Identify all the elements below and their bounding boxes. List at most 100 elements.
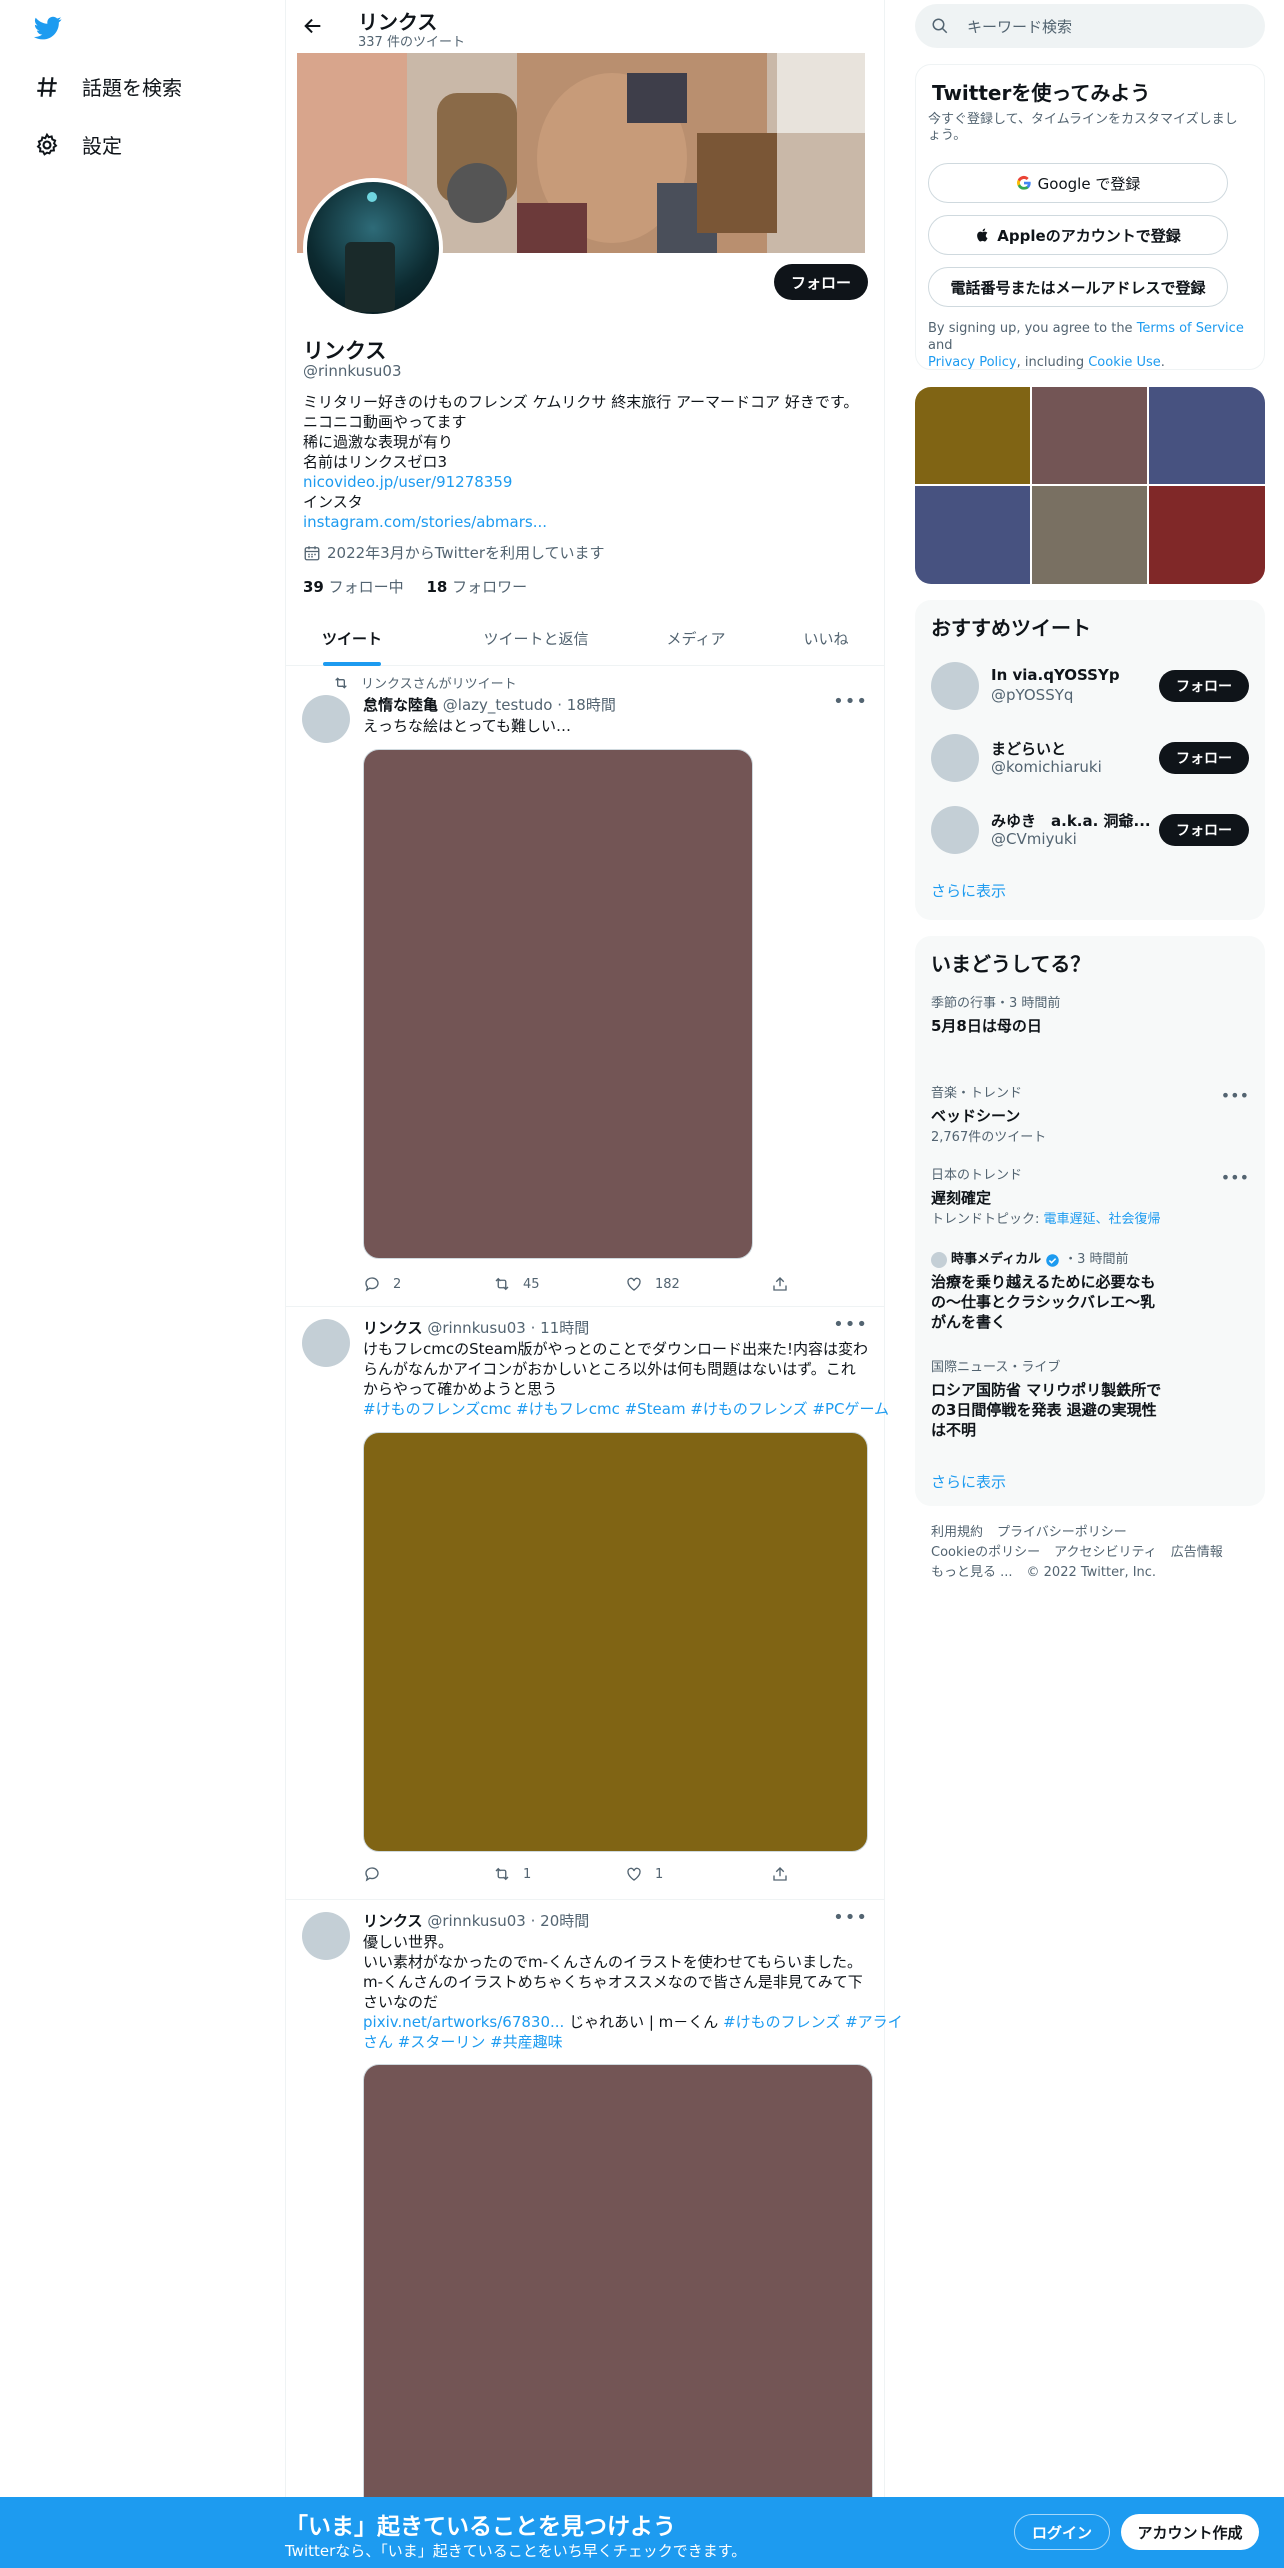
more-icon[interactable]: ••• <box>1221 1086 1249 1105</box>
suggestion-handle: @CVmiyuki <box>991 830 1077 848</box>
tweet[interactable]: リンクスさんがリツイート 怠惰な陸亀 @lazy_testudo · 18時間 … <box>286 667 884 1307</box>
follow-button[interactable]: フォロー <box>1159 814 1249 846</box>
avatar[interactable] <box>302 1912 350 1960</box>
tweet-link[interactable]: pixiv.net/artworks/67830... <box>363 2013 564 2031</box>
tab-tweets[interactable]: ツイート <box>302 610 402 666</box>
avatar[interactable] <box>302 1319 350 1367</box>
reply-icon <box>365 1277 379 1292</box>
media-thumbnail[interactable] <box>1149 387 1265 484</box>
footer-link[interactable]: 利用規約 <box>931 1525 983 1540</box>
reply-count: 2 <box>393 1276 402 1292</box>
tweet[interactable]: リンクス @rinnkusu03 · 20時間 ••• 優しい世界。 いい素材が… <box>286 1901 903 2568</box>
search-box[interactable]: キーワード検索 <box>915 4 1265 48</box>
media-thumbnail[interactable] <box>1032 486 1147 584</box>
tweet-author-handle[interactable]: @lazy_testudo <box>443 696 553 714</box>
tweet[interactable]: リンクス @rinnkusu03 · 11時間 ••• けもフレcmcのStea… <box>286 1308 889 1900</box>
media-thumbnail[interactable] <box>915 387 1030 484</box>
signup-button[interactable]: アカウント作成 <box>1121 2514 1259 2550</box>
tweet-media[interactable] <box>363 1432 868 1852</box>
show-more-link[interactable]: さらに表示 <box>931 880 1006 901</box>
share-button[interactable] <box>771 1275 789 1293</box>
trend-item[interactable]: 時事メディカル ・3 時間前 治療を乗り越えるために必要なも の～仕事とクラシッ… <box>931 1252 1249 1332</box>
trend-item[interactable]: ••• 日本のトレンド 遅刻確定 トレンドトピック: 電車遅延、社会復帰 <box>931 1168 1249 1228</box>
twitter-logo-icon[interactable] <box>32 14 64 42</box>
profile-avatar[interactable] <box>303 178 443 318</box>
reply-button[interactable]: 2 <box>363 1275 401 1293</box>
followers-link[interactable]: 18 フォロワー <box>426 578 527 596</box>
like-button[interactable]: 182 <box>625 1275 680 1293</box>
follow-button[interactable]: フォロー <box>1159 742 1249 774</box>
tweet-hashtags[interactable]: #けものフレンズcmc #けもフレcmc #Steam #けものフレンズ #PC… <box>363 1400 889 1418</box>
trend-title: 遅刻確定 <box>931 1189 992 1207</box>
footer-link[interactable]: Cookieのポリシー <box>931 1545 1040 1560</box>
tweet-time[interactable]: 18時間 <box>567 696 616 714</box>
back-arrow-icon[interactable] <box>302 15 324 37</box>
cookie-link[interactable]: Cookie Use <box>1088 355 1161 370</box>
retweet-button[interactable]: 45 <box>493 1275 540 1293</box>
footer-link[interactable]: プライバシーポリシー <box>997 1525 1127 1540</box>
phone-email-signup-button[interactable]: 電話番号またはメールアドレスで登録 <box>928 267 1228 307</box>
google-icon <box>1016 175 1032 191</box>
avatar[interactable] <box>931 806 979 854</box>
follow-button[interactable]: フォロー <box>1159 670 1249 702</box>
apple-signup-button[interactable]: Appleのアカウントで登録 <box>928 215 1228 255</box>
retweet-button[interactable]: 1 <box>493 1865 531 1883</box>
nav-settings[interactable]: 設定 <box>34 130 122 159</box>
joined-date: 2022年3月からTwitterを利用しています <box>303 542 605 563</box>
privacy-link[interactable]: Privacy Policy <box>928 355 1017 370</box>
bio-link-nicovideo[interactable]: nicovideo.jp/user/91278359 <box>303 473 512 491</box>
retweet-icon <box>495 1277 509 1291</box>
like-button[interactable]: 1 <box>625 1865 663 1883</box>
share-button[interactable] <box>771 1865 789 1883</box>
footer-link[interactable]: アクセシビリティ <box>1054 1545 1157 1560</box>
media-thumbnail[interactable] <box>1032 387 1147 484</box>
trend-sub: トレンドトピック: 電車遅延、社会復帰 <box>931 1212 1161 1227</box>
more-icon[interactable]: ••• <box>1221 1168 1249 1187</box>
google-signup-button[interactable]: Google で登録 <box>928 163 1228 203</box>
tweet-author-name[interactable]: リンクス <box>363 1912 423 1930</box>
follow-suggestion[interactable]: まどらいと @komichiaruki フォロー <box>931 734 1249 784</box>
footer-link[interactable]: 広告情報 <box>1171 1545 1223 1560</box>
trend-item[interactable]: ••• 音楽・トレンド ベッドシーン 2,767件のツイート <box>931 1086 1249 1146</box>
left-nav: 話題を検索 設定 <box>0 0 285 2568</box>
show-more-link[interactable]: さらに表示 <box>931 1471 1006 1492</box>
trend-topic-link[interactable]: 電車遅延、社会復帰 <box>1044 1212 1161 1227</box>
tweet-hashtags[interactable]: さん #スターリン #共産趣味 <box>363 2033 563 2051</box>
tweet-media[interactable] <box>363 2064 873 2568</box>
more-icon[interactable]: ••• <box>833 1314 868 1335</box>
trend-meta: 国際ニュース・ライブ <box>931 1360 1061 1375</box>
tweet-time[interactable]: 20時間 <box>540 1912 589 1930</box>
media-thumbnail[interactable] <box>1149 486 1265 584</box>
avatar[interactable] <box>931 734 979 782</box>
tweet-author-handle[interactable]: @rinnkusu03 <box>427 1319 526 1337</box>
tab-likes[interactable]: いいね <box>776 610 876 666</box>
trend-item[interactable]: 季節の行事・3 時間前 5月8日は母の日 <box>931 996 1249 1036</box>
follow-button[interactable]: フォロー <box>774 264 868 300</box>
tab-tweets-replies[interactable]: ツイートと返信 <box>446 610 626 666</box>
tweet-media[interactable] <box>363 749 753 1259</box>
trend-sub: 2,767件のツイート <box>931 1130 1047 1145</box>
footer-more-link[interactable]: もっと見る ... <box>931 1565 1013 1580</box>
reply-button[interactable] <box>363 1865 393 1883</box>
tweet-author-handle[interactable]: @rinnkusu03 <box>427 1912 526 1930</box>
bio-link-instagram[interactable]: instagram.com/stories/abmars... <box>303 513 547 531</box>
terms-link[interactable]: Terms of Service <box>1137 321 1244 336</box>
follow-suggestion[interactable]: In via.qYOSSYp @pYOSSYq フォロー <box>931 662 1249 712</box>
following-link[interactable]: 39 フォロー中 <box>303 578 404 596</box>
tweet-author-name[interactable]: 怠惰な陸亀 <box>363 696 438 714</box>
avatar[interactable] <box>302 695 350 743</box>
nav-explore[interactable]: 話題を検索 <box>34 72 182 101</box>
trend-item[interactable]: 国際ニュース・ライブ ロシア国防省 マリウポリ製鉄所で の3日間停戦を発表 退避… <box>931 1360 1249 1440</box>
search-input[interactable]: キーワード検索 <box>967 16 1072 37</box>
avatar[interactable] <box>931 662 979 710</box>
tweet-time[interactable]: 11時間 <box>540 1319 589 1337</box>
more-icon[interactable]: ••• <box>833 691 868 712</box>
media-thumbnail[interactable] <box>915 486 1030 584</box>
tweet-hashtags[interactable]: #けものフレンズ #アライ <box>723 2013 903 2031</box>
tab-media[interactable]: メディア <box>646 610 746 666</box>
tweet-author-name[interactable]: リンクス <box>363 1319 423 1337</box>
login-button[interactable]: ログイン <box>1014 2514 1110 2550</box>
follow-suggestion[interactable]: みゆき a.k.a. 洞爺... @CVmiyuki フォロー <box>931 806 1249 856</box>
more-icon[interactable]: ••• <box>833 1907 868 1928</box>
trend-meta: 日本のトレンド <box>931 1168 1023 1183</box>
